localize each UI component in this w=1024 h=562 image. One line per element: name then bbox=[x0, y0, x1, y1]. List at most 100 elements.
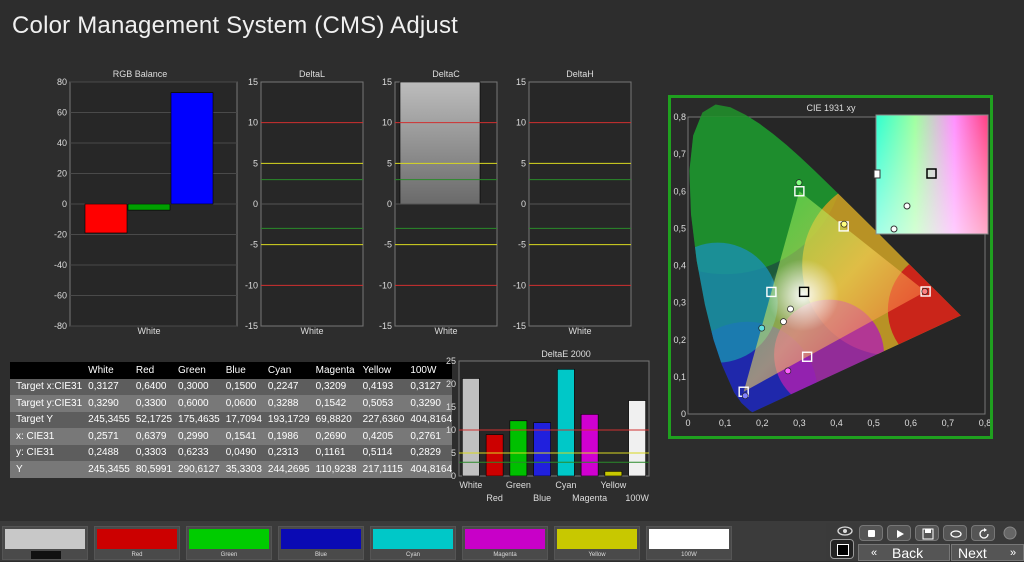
table-cell: 0,1541 bbox=[219, 428, 262, 445]
y-tick-label: 0 bbox=[62, 199, 67, 209]
back-button[interactable]: « Back bbox=[858, 544, 950, 561]
y-tick-label: 10 bbox=[248, 118, 258, 128]
table-cell: 0,3300 bbox=[129, 395, 173, 412]
bar bbox=[127, 203, 171, 211]
table-cell: 0,2313 bbox=[261, 444, 310, 461]
y-tick-label: 0,1 bbox=[673, 372, 686, 382]
x-tick-label: White bbox=[300, 326, 323, 336]
y-tick-label: 60 bbox=[57, 108, 67, 118]
patch-swatch[interactable]: Green bbox=[186, 526, 272, 560]
table-cell: 217,1115 bbox=[356, 461, 405, 478]
patch-swatch[interactable]: Red bbox=[94, 526, 180, 560]
next-button[interactable]: Next » bbox=[951, 544, 1024, 561]
rgb-balance-chart: RGB Balance 80 60 40 20 0 -20 -40 -60 -80 White bbox=[54, 69, 238, 336]
delta-h-chart: DeltaH 15 10 5 0 -5 -10 -15 White bbox=[513, 69, 632, 336]
table-cell: 0,3209 bbox=[309, 378, 357, 395]
active-indicator bbox=[31, 551, 61, 559]
bar bbox=[462, 378, 480, 477]
row-label: y: CIE31 bbox=[10, 444, 83, 461]
chart-title: DeltaH bbox=[566, 69, 594, 79]
y-tick-label: 0 bbox=[387, 199, 392, 209]
x-tick-label: 0,1 bbox=[719, 418, 732, 428]
swatch-color bbox=[189, 529, 269, 549]
x-tick-label: Blue bbox=[533, 493, 551, 503]
y-tick-label: -15 bbox=[379, 321, 392, 331]
row-label: Target x:CIE31 bbox=[10, 378, 83, 395]
swatch-label: Yellow bbox=[588, 552, 606, 558]
table-cell: 0,3288 bbox=[261, 395, 310, 412]
refresh-button[interactable] bbox=[971, 525, 995, 541]
table-cell: 35,3303 bbox=[219, 461, 262, 478]
save-icon bbox=[922, 528, 934, 540]
measured-marker bbox=[921, 288, 929, 295]
table-cell: 0,6000 bbox=[172, 395, 220, 412]
table-cell: 0,2247 bbox=[261, 378, 310, 395]
record-stop-button[interactable] bbox=[859, 525, 883, 541]
inset-measured-marker bbox=[903, 202, 911, 210]
x-tick-label: White bbox=[434, 326, 457, 336]
table-cell: 0,2571 bbox=[82, 428, 130, 445]
save-button[interactable] bbox=[915, 525, 939, 541]
patch-swatch[interactable]: Blue bbox=[278, 526, 364, 560]
y-tick-label: 25 bbox=[446, 356, 456, 366]
row-label: Target Y bbox=[10, 411, 83, 428]
delta-l-chart: DeltaL 15 10 5 0 -5 -10 -15 White bbox=[245, 69, 364, 336]
swatch-label: Red bbox=[131, 552, 143, 558]
y-tick-label: 5 bbox=[451, 448, 456, 458]
swatch-label: Green bbox=[220, 552, 238, 558]
loop-icon bbox=[950, 530, 962, 538]
table-cell: 175,4635 bbox=[172, 411, 220, 428]
y-tick-label: 0,7 bbox=[673, 149, 686, 159]
y-tick-label: -5 bbox=[518, 240, 526, 250]
table-cell: 0,5114 bbox=[356, 444, 405, 461]
y-tick-label: 0,4 bbox=[673, 261, 686, 271]
patch-swatch[interactable] bbox=[2, 526, 88, 560]
loop-button[interactable] bbox=[943, 525, 967, 541]
play-button[interactable] bbox=[887, 525, 911, 541]
table-cell: 193,1729 bbox=[261, 411, 310, 428]
y-tick-label: 5 bbox=[387, 158, 392, 168]
table-cell: 0,2690 bbox=[309, 428, 357, 445]
y-tick-label: 10 bbox=[516, 118, 526, 128]
eye-icon[interactable] bbox=[834, 524, 856, 538]
swatch-color bbox=[373, 529, 453, 549]
refresh-icon bbox=[979, 528, 989, 539]
y-tick-label: 15 bbox=[382, 77, 392, 87]
measured-marker bbox=[787, 305, 794, 313]
y-ticks: 15 10 5 0 -5 -10 -15 bbox=[245, 77, 258, 331]
patch-swatch[interactable]: Yellow bbox=[554, 526, 640, 560]
white-point-glow bbox=[767, 259, 840, 332]
x-tick-label: 0 bbox=[685, 418, 690, 428]
column-header: White bbox=[82, 362, 130, 379]
x-tick-label: 0,4 bbox=[830, 418, 843, 428]
y-tick-label: -10 bbox=[245, 280, 258, 290]
y-tick-label: -10 bbox=[379, 280, 392, 290]
x-tick-label: Red bbox=[486, 493, 503, 503]
table-cell: 17,7094 bbox=[219, 411, 262, 428]
x-tick-label: 0,7 bbox=[942, 418, 955, 428]
y-tick-label: 15 bbox=[248, 77, 258, 87]
table-cell: 0,1161 bbox=[309, 444, 357, 461]
table-cell: 290,6127 bbox=[172, 461, 220, 478]
patch-swatch[interactable]: Magenta bbox=[462, 526, 548, 560]
patch-swatch[interactable]: 100W bbox=[646, 526, 732, 560]
table-cell: 0,3127 bbox=[82, 378, 130, 395]
back-label: Back bbox=[892, 545, 924, 561]
swatch-color bbox=[97, 529, 177, 549]
table-cell: 69,8820 bbox=[309, 411, 357, 428]
chevron-right-icon: » bbox=[1010, 547, 1017, 559]
swatch-label: Magenta bbox=[493, 552, 517, 558]
swatch-color bbox=[649, 529, 729, 549]
column-header: Cyan bbox=[261, 362, 310, 379]
patch-swatch[interactable]: Cyan bbox=[370, 526, 456, 560]
bar bbox=[399, 81, 481, 205]
chart-title: RGB Balance bbox=[113, 69, 168, 79]
swatch-color bbox=[465, 529, 545, 549]
bar bbox=[485, 434, 504, 477]
row-label: Y bbox=[10, 461, 83, 478]
table-cell: 227,6360 bbox=[356, 411, 405, 428]
bar bbox=[580, 414, 599, 477]
power-button[interactable] bbox=[999, 525, 1021, 541]
page-title: Color Management System (CMS) Adjust bbox=[12, 12, 459, 39]
stop-button[interactable] bbox=[830, 539, 854, 559]
